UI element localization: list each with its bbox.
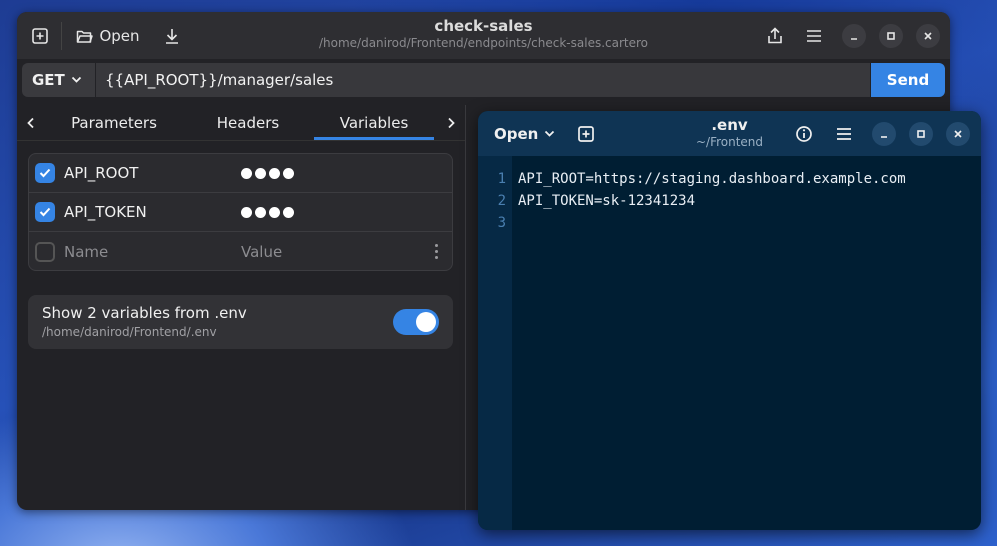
line-number-gutter: 1 2 3: [478, 156, 512, 530]
open-button[interactable]: Open: [73, 21, 143, 51]
env-toggle-switch[interactable]: [393, 309, 439, 335]
editor-title: .env: [711, 116, 748, 134]
editor-maximize-button[interactable]: [909, 122, 933, 146]
editor-subtitle: ~/Frontend: [695, 135, 764, 149]
new-tab-icon: [32, 28, 48, 44]
variables-list: API_ROOT API_TOKEN Name Value: [28, 153, 453, 271]
toggle-knob: [416, 312, 436, 332]
document-properties-button[interactable]: [792, 122, 816, 146]
editor-new-tab-button[interactable]: [574, 122, 598, 146]
variable-value-masked[interactable]: [241, 206, 294, 218]
close-button[interactable]: [916, 24, 940, 48]
close-icon: [924, 32, 932, 40]
url-text: {{API_ROOT}}/manager/sales: [105, 71, 334, 89]
variable-checkbox[interactable]: [35, 202, 55, 222]
editor-menu-button[interactable]: [832, 122, 856, 146]
variable-row: API_TOKEN: [29, 193, 452, 232]
request-bar: GET {{API_ROOT}}/manager/sales Send: [22, 63, 945, 97]
tabs-divider: [17, 140, 465, 141]
maximize-icon: [887, 32, 895, 40]
method-dropdown[interactable]: GET: [22, 63, 95, 97]
main-menu-button[interactable]: [799, 21, 829, 51]
new-tab-icon: [578, 126, 594, 142]
download-icon: [166, 29, 178, 44]
line-number: 2: [497, 193, 506, 209]
chevron-down-icon: [71, 76, 81, 83]
editor-open-button[interactable]: Open: [486, 119, 563, 149]
tab-headers[interactable]: Headers: [197, 105, 299, 141]
save-button[interactable]: [157, 21, 187, 51]
active-tab-indicator: [314, 137, 434, 140]
editor-open-label: Open: [494, 125, 539, 143]
header-separator: [61, 22, 62, 50]
minimize-icon: [881, 136, 887, 138]
header-bar: Open check-sales /home/danirod/Frontend/…: [17, 12, 950, 59]
chevron-down-icon: [545, 130, 555, 137]
new-variable-value-input[interactable]: Value: [241, 243, 282, 261]
editor-header-bar: Open .env ~/Frontend: [478, 111, 981, 156]
export-icon: [768, 27, 782, 44]
send-button[interactable]: Send: [871, 63, 945, 97]
minimize-icon: [851, 38, 857, 40]
new-variable-checkbox[interactable]: [35, 241, 55, 262]
env-variables-setting: Show 2 variables from .env /home/danirod…: [28, 295, 453, 349]
url-input[interactable]: {{API_ROOT}}/manager/sales: [96, 63, 870, 97]
variable-checkbox[interactable]: [35, 163, 55, 183]
new-request-button[interactable]: [25, 21, 55, 51]
window-subtitle: /home/danirod/Frontend/endpoints/check-s…: [318, 36, 649, 50]
variable-name[interactable]: API_ROOT: [64, 164, 138, 182]
hamburger-icon: [837, 128, 851, 140]
maximize-button[interactable]: [879, 24, 903, 48]
new-variable-row: Name Value: [29, 232, 452, 270]
share-button[interactable]: [760, 21, 790, 51]
editor-minimize-button[interactable]: [872, 122, 896, 146]
editor-close-button[interactable]: [946, 122, 970, 146]
variable-row: API_ROOT: [29, 154, 452, 193]
tabs-scroll-left-button[interactable]: [21, 105, 41, 141]
hamburger-icon: [807, 30, 821, 42]
line-number: 1: [497, 171, 506, 187]
panel-divider: [465, 105, 466, 510]
editor-window: Open .env ~/Frontend 1 2 3 API_ROOT=http…: [478, 111, 981, 530]
checkmark-icon: [39, 168, 51, 178]
tabs-scroll-right-button[interactable]: [441, 105, 461, 141]
env-toggle-path: /home/danirod/Frontend/.env: [42, 325, 217, 339]
info-icon: [796, 126, 812, 142]
code-line: API_TOKEN=sk-12341234: [518, 193, 696, 209]
tab-parameters[interactable]: Parameters: [57, 105, 171, 141]
new-variable-name-input[interactable]: Name: [64, 243, 108, 261]
chevron-right-icon: [448, 117, 455, 129]
folder-open-icon: [77, 30, 94, 43]
window-title: check-sales: [434, 17, 533, 35]
chevron-left-icon: [27, 117, 34, 129]
variable-name[interactable]: API_TOKEN: [64, 203, 147, 221]
tab-variables[interactable]: Variables: [314, 105, 434, 141]
line-number: 3: [497, 215, 506, 231]
checkmark-icon: [39, 207, 51, 217]
request-tabs: Parameters Headers Variables: [17, 105, 465, 141]
close-icon: [954, 130, 962, 138]
variable-value-masked[interactable]: [241, 167, 294, 179]
env-toggle-title: Show 2 variables from .env: [42, 304, 247, 322]
more-options-icon[interactable]: [435, 244, 438, 259]
minimize-button[interactable]: [842, 24, 866, 48]
open-label: Open: [99, 27, 140, 45]
maximize-icon: [917, 130, 925, 138]
method-label: GET: [32, 71, 65, 89]
code-line: API_ROOT=https://staging.dashboard.examp…: [518, 171, 906, 187]
